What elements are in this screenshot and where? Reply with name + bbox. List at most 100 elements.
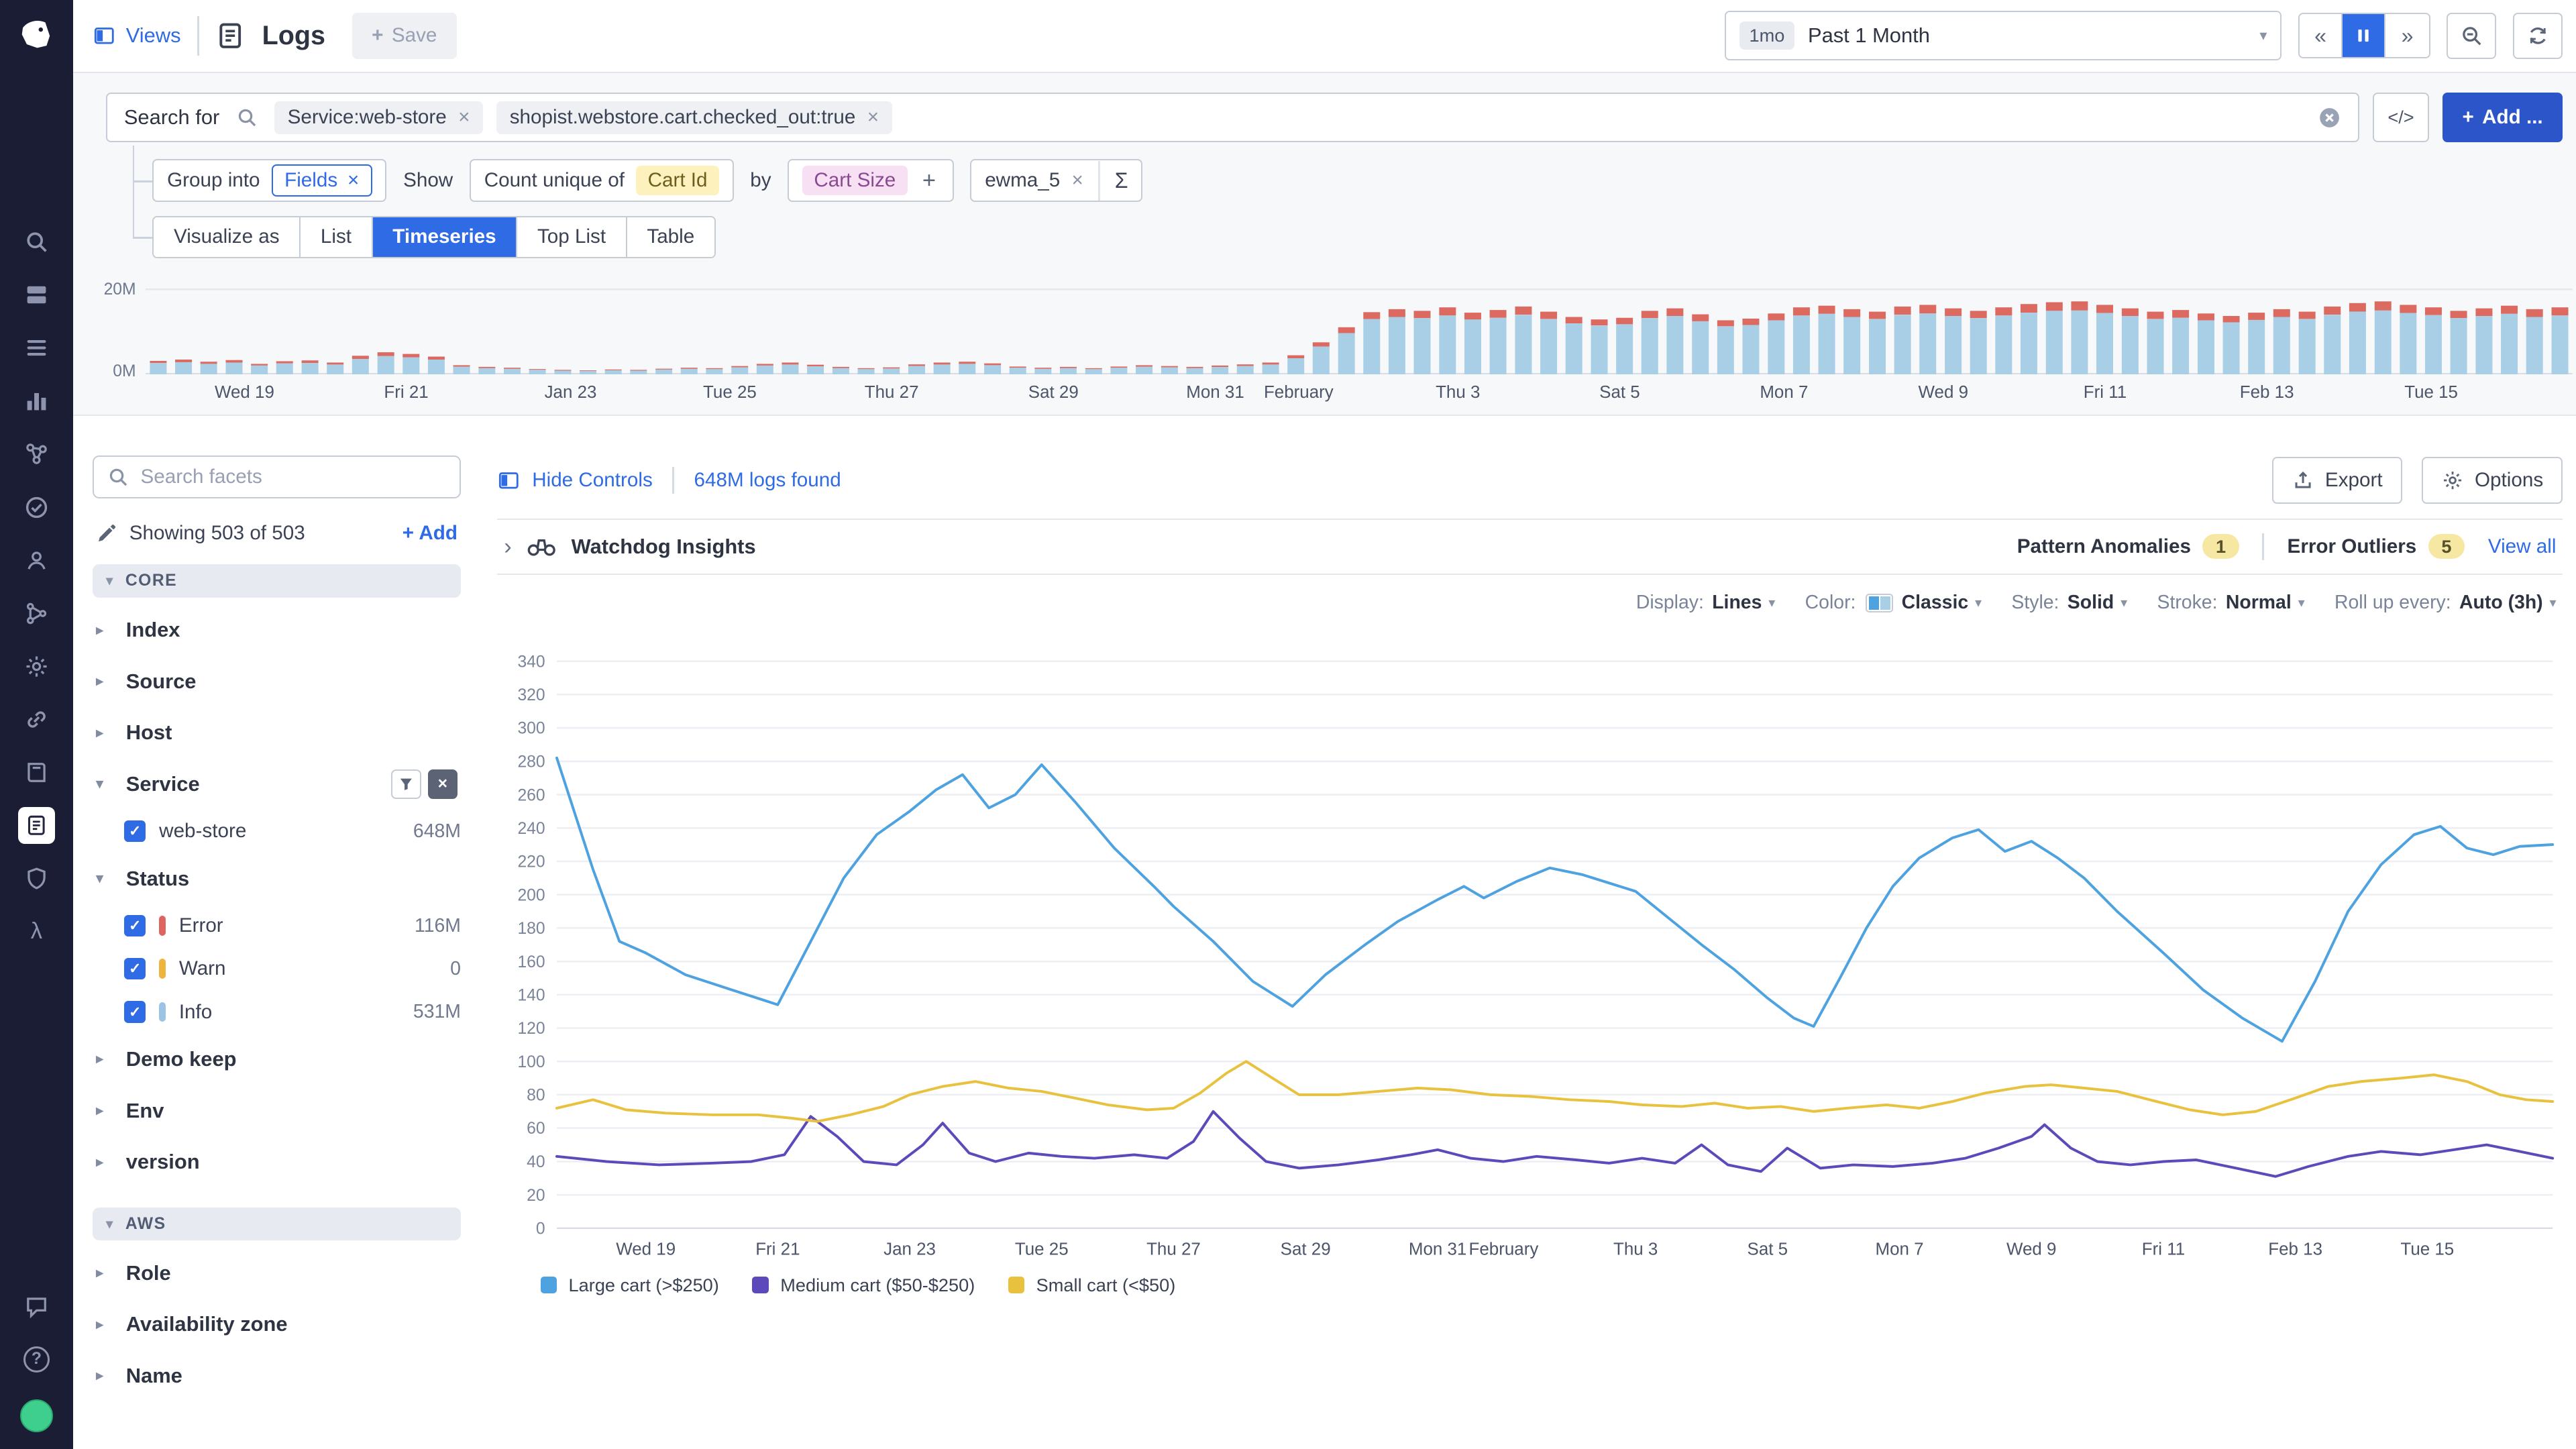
clear-search-icon[interactable] (2317, 105, 2342, 130)
checkbox-checked[interactable]: ✓ (124, 915, 146, 936)
nav-ci-icon[interactable] (0, 587, 73, 640)
logs-found-link[interactable]: 648M logs found (694, 469, 841, 492)
viz-option-timeseries[interactable]: Timeseries (373, 217, 518, 257)
options-button[interactable]: Options (2422, 457, 2563, 503)
user-avatar[interactable] (20, 1399, 53, 1432)
sigma-button[interactable]: Σ (1115, 168, 1128, 193)
legend-item[interactable]: Small cart (<$50) (1008, 1275, 1176, 1296)
facet-version[interactable]: ▸version (93, 1136, 461, 1188)
facet-demo-keep[interactable]: ▸Demo keep (93, 1034, 461, 1085)
remove-chip-icon[interactable]: × (458, 106, 470, 129)
facet-status[interactable]: ▾Status (93, 853, 461, 904)
query-syntax-toggle[interactable]: </> (2373, 93, 2429, 142)
watchdog-title: Watchdog Insights (572, 535, 756, 559)
chat-icon[interactable] (0, 1280, 73, 1333)
facet-value-warn[interactable]: ✓Warn0 (93, 947, 461, 990)
svg-text:Tue 15: Tue 15 (2401, 1240, 2455, 1258)
facet-search[interactable] (93, 455, 461, 498)
legend-item[interactable]: Large cart (>$250) (541, 1275, 719, 1296)
export-button[interactable]: Export (2272, 457, 2402, 503)
viz-option-table[interactable]: Table (627, 217, 714, 257)
save-button[interactable]: + Save (352, 13, 458, 59)
formula-control[interactable]: ewma_5 × Σ (970, 159, 1142, 202)
pause-button[interactable] (2343, 14, 2385, 57)
nav-synthetics-icon[interactable] (0, 481, 73, 534)
histogram-x-tick: Jan 23 (545, 383, 597, 402)
chip-label: Service:web-store (288, 106, 447, 129)
view-all-link[interactable]: View all (2488, 535, 2557, 558)
datadog-logo-icon[interactable] (15, 13, 58, 56)
facet-source[interactable]: ▸Source (93, 655, 461, 707)
histogram-plot[interactable] (146, 288, 2573, 374)
nav-serverless-icon[interactable]: λ (0, 905, 73, 958)
edit-facets-icon[interactable] (96, 523, 117, 544)
search-filter-chip[interactable]: shopist.webstore.cart.checked_out:true× (496, 101, 892, 134)
nav-infrastructure-icon[interactable] (0, 268, 73, 321)
nav-service-map-icon[interactable] (0, 693, 73, 746)
svg-text:Jan 23: Jan 23 (883, 1240, 936, 1258)
checkbox-checked[interactable]: ✓ (124, 1001, 146, 1022)
nav-integrations-icon[interactable] (0, 640, 73, 693)
viz-option-list[interactable]: List (301, 217, 372, 257)
nav-events-icon[interactable] (0, 321, 73, 374)
facet-value-web-store[interactable]: ✓web-store648M (93, 810, 461, 853)
remove-chip-icon[interactable]: × (867, 106, 879, 129)
add-query-button[interactable]: + Add ... (2443, 93, 2563, 142)
nav-rum-icon[interactable] (0, 534, 73, 587)
facet-host[interactable]: ▸Host (93, 707, 461, 759)
chart-control-style[interactable]: Style:Solid▾ (2011, 592, 2127, 614)
facet-group-core[interactable]: ▾CORE (93, 564, 461, 597)
facet-service[interactable]: ▾Service× (93, 759, 461, 810)
facet-name[interactable]: ▸Name (93, 1350, 461, 1402)
chart-control-display[interactable]: Display:Lines▾ (1636, 592, 1775, 614)
nav-metrics-icon[interactable] (0, 374, 73, 427)
add-group-icon[interactable]: + (919, 168, 939, 194)
group-field-chip[interactable]: Fields × (272, 164, 372, 197)
facet-availability-zone[interactable]: ▸Availability zone (93, 1299, 461, 1350)
timeseries-chart[interactable]: 0204060801001201401601802002202402602803… (497, 645, 2563, 1296)
legend-item[interactable]: Medium cart ($50-$250) (752, 1275, 975, 1296)
expand-watchdog-icon[interactable]: › (504, 535, 512, 559)
filter-icon[interactable] (391, 769, 421, 799)
views-button[interactable]: Views (93, 23, 180, 48)
hide-controls-button[interactable]: Hide Controls (497, 469, 652, 492)
add-facet-button[interactable]: + Add (402, 522, 458, 545)
checkbox-checked[interactable]: ✓ (124, 958, 146, 979)
help-icon[interactable]: ? (0, 1333, 73, 1386)
log-search-bar[interactable]: Search for Service:web-store×shopist.web… (106, 93, 2359, 142)
remove-formula-icon[interactable]: × (1072, 169, 1083, 192)
error-outliers-link[interactable]: Error Outliers 5 (2288, 534, 2465, 559)
checkbox-checked[interactable]: ✓ (124, 820, 146, 842)
rewind-button[interactable]: « (2300, 14, 2343, 57)
measure-control[interactable]: Count unique of Cart Id (470, 159, 734, 202)
by-control[interactable]: Cart Size + (788, 159, 953, 202)
time-range-picker[interactable]: 1mo Past 1 Month ▾ (1725, 11, 2282, 60)
cart-size-chip[interactable]: Cart Size (802, 166, 908, 195)
facet-index[interactable]: ▸Index (93, 604, 461, 656)
facet-search-input[interactable] (141, 466, 447, 488)
remove-filter-icon[interactable]: × (428, 769, 458, 799)
facet-value-error[interactable]: ✓Error116M (93, 904, 461, 947)
refresh-button[interactable] (2513, 13, 2563, 59)
cart-id-chip[interactable]: Cart Id (636, 166, 719, 195)
nav-search-icon[interactable] (0, 215, 73, 268)
search-filter-chip[interactable]: Service:web-store × (274, 101, 483, 134)
chart-control-roll-up-every[interactable]: Roll up every:Auto (3h)▾ (2334, 592, 2556, 614)
fast-forward-button[interactable]: » (2385, 14, 2428, 57)
remove-chip-icon[interactable]: × (347, 169, 359, 192)
facet-group-aws[interactable]: ▾AWS (93, 1208, 461, 1240)
zoom-out-button[interactable] (2447, 13, 2496, 59)
nav-apm-icon[interactable] (0, 427, 73, 480)
pattern-anomalies-link[interactable]: Pattern Anomalies 1 (2017, 534, 2239, 559)
chart-control-stroke[interactable]: Stroke:Normal▾ (2157, 592, 2305, 614)
facet-env[interactable]: ▸Env (93, 1085, 461, 1136)
chart-control-color[interactable]: Color:Classic▾ (1805, 592, 1982, 614)
facet-value-info[interactable]: ✓Info531M (93, 990, 461, 1033)
nav-notebooks-icon[interactable] (0, 746, 73, 799)
group-into-control[interactable]: Group into Fields × (152, 159, 386, 202)
viz-option-top-list[interactable]: Top List (517, 217, 627, 257)
svg-text:340: 340 (518, 653, 545, 671)
facet-role[interactable]: ▸Role (93, 1247, 461, 1299)
nav-logs-icon[interactable] (0, 799, 73, 852)
nav-security-icon[interactable] (0, 852, 73, 905)
